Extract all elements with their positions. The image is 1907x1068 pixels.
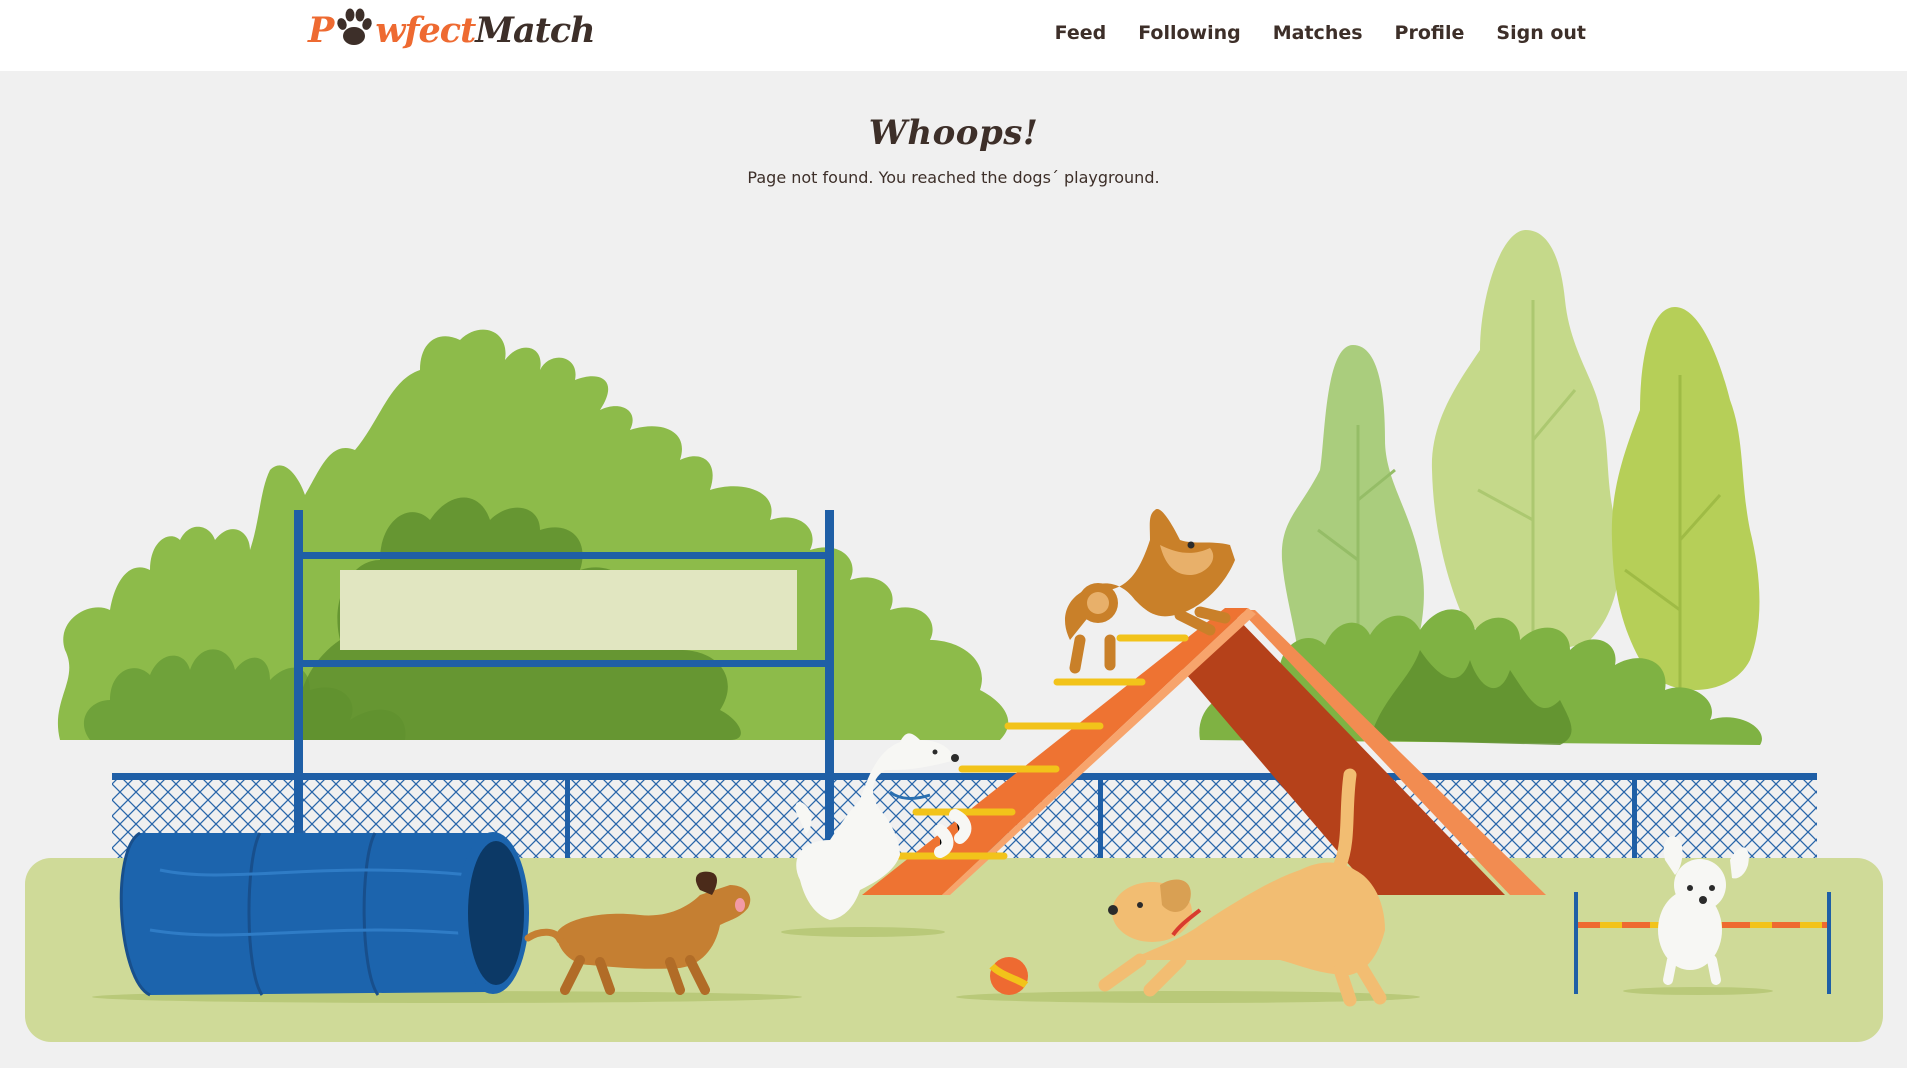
nav-feed[interactable]: Feed	[1055, 18, 1107, 48]
brand-logo[interactable]: P wfectMatch	[308, 6, 596, 54]
ball	[989, 957, 1029, 995]
not-found-message: Page not found. You reached the dogs´ pl…	[747, 168, 1160, 187]
brand-logo-orange-text: wfect	[375, 10, 476, 51]
top-navbar: P wfectMatch Feed Following Matches Prof…	[0, 0, 1907, 71]
brand-logo-dark-text: Match	[475, 10, 595, 51]
bushes-left	[57, 329, 1009, 740]
brand-logo-letter-p: P	[308, 10, 334, 51]
dogs-playground-icon	[25, 230, 1883, 1042]
nav-profile[interactable]: Profile	[1395, 18, 1465, 48]
tree-right-3	[1611, 307, 1760, 690]
nav-sign-out[interactable]: Sign out	[1496, 18, 1586, 48]
nav-following[interactable]: Following	[1138, 18, 1241, 48]
paw-icon	[334, 6, 374, 50]
main-nav: Feed Following Matches Profile Sign out	[1055, 18, 1586, 48]
agility-tunnel	[119, 831, 529, 997]
page-title: Whoops!	[868, 113, 1039, 153]
tree-right-2	[1431, 230, 1620, 660]
nav-matches[interactable]: Matches	[1273, 18, 1363, 48]
dogs-playground-illustration	[0, 190, 1907, 1063]
